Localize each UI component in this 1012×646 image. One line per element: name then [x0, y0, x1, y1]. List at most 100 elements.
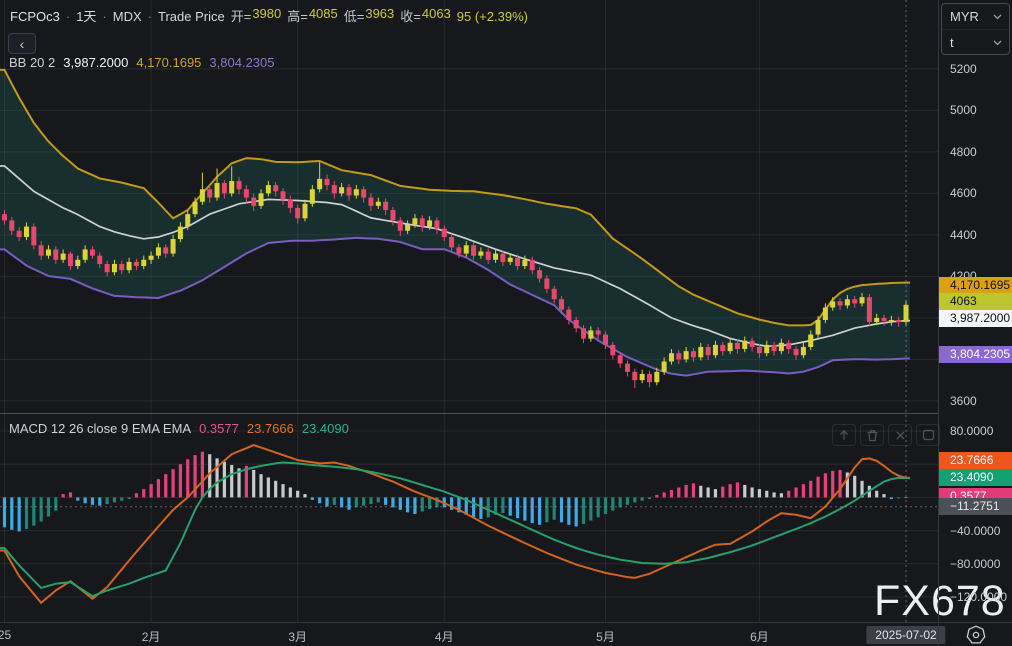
candle-body [288, 200, 293, 208]
macd-signal-value: 23.4090 [302, 421, 349, 436]
candle-body [405, 225, 410, 231]
candle-body [244, 189, 249, 197]
macd-histogram-bar [714, 489, 717, 497]
exchange-label: MDX [113, 9, 142, 24]
pane-close-button[interactable] [888, 424, 912, 446]
time-tick-label: 4月 [435, 628, 454, 645]
macd-histogram-bar [406, 497, 409, 512]
macd-histogram-bar [699, 486, 702, 498]
macd-histogram-bar [267, 477, 270, 497]
time-axis[interactable]: 252月3月4月5月6月2025-07-02 [0, 622, 938, 646]
macd-histogram-bar [794, 487, 797, 497]
candle-body [61, 254, 66, 260]
candle-body [566, 310, 571, 320]
macd-tick-label: −40.0000 [950, 524, 1000, 538]
candle-body [801, 347, 806, 355]
candle-body [742, 341, 747, 349]
macd-histogram-bar [531, 497, 534, 523]
candle-body [141, 260, 146, 266]
currency-select[interactable]: MYR [942, 4, 1009, 29]
candle-body [728, 343, 733, 351]
macd-histogram-bar [10, 497, 13, 529]
macd-histogram-bar [553, 497, 556, 519]
candle-body [493, 254, 498, 260]
chevron-down-icon [993, 40, 1002, 46]
macd-legend[interactable]: MACD 12 26 close 9 EMA EMA 0.3577 23.766… [9, 421, 349, 436]
macd-histogram-bar [215, 458, 218, 497]
macd-histogram-bar [69, 492, 72, 497]
chart-quick-settings-button[interactable] [964, 624, 988, 646]
macd-pane-controls [832, 424, 940, 446]
macd-signal-line [0, 463, 910, 597]
candle-body [112, 264, 117, 272]
macd-histogram-bar [780, 493, 783, 497]
macd-histogram-bar [3, 497, 6, 527]
candle-body [317, 179, 322, 189]
candle-body [185, 214, 190, 226]
macd-histogram-bar [875, 491, 878, 498]
interval-label[interactable]: 1天 [76, 6, 96, 25]
candle-body [603, 335, 608, 345]
bb-legend[interactable]: BB 20 2 3,987.2000 4,170.1695 3,804.2305 [9, 55, 275, 70]
macd-histogram-bar [487, 497, 490, 517]
bb-upper-price-label: 4,170.1695 [939, 277, 1012, 294]
macd-histogram-bar [824, 473, 827, 497]
candle-body [786, 343, 791, 349]
macd-histogram-bar [816, 477, 819, 498]
macd-histogram-bar [589, 497, 592, 520]
candle-body [178, 227, 183, 239]
candle-body [171, 239, 176, 254]
back-button[interactable]: ‹ [8, 33, 36, 54]
macd-histogram-bar [274, 481, 277, 498]
macd-histogram-bar [120, 497, 123, 500]
pane-maximize-button[interactable] [916, 424, 940, 446]
chart-canvas[interactable] [0, 0, 938, 622]
candle-body [640, 374, 645, 380]
macd-histogram-bar [325, 497, 328, 506]
candle-body [618, 355, 623, 363]
candle-body [530, 260, 535, 270]
macd-histogram-bar [897, 497, 900, 498]
candle-body [574, 320, 579, 328]
macd-histogram-bar [904, 497, 907, 498]
macd-histogram-bar [626, 497, 629, 504]
symbol-name[interactable]: FCPOc3 [10, 9, 60, 24]
macd-histogram-bar [252, 470, 255, 497]
unit-select[interactable]: t [942, 29, 1009, 55]
candle-body [90, 249, 95, 255]
macd-histogram-bar [765, 491, 768, 498]
candle-body [442, 229, 447, 237]
macd-histogram-bar [413, 497, 416, 514]
axis-corner [938, 622, 1012, 646]
candle-body [654, 372, 659, 382]
candle-body [691, 351, 696, 357]
high-value: 高=4085 [287, 6, 338, 25]
macd-histogram-bar [670, 490, 673, 497]
macd-histogram-bar [289, 487, 292, 497]
macd-histogram-bar [758, 489, 761, 497]
macd-histogram-bar [890, 497, 893, 499]
macd-histogram-bar [369, 497, 372, 504]
candle-body [713, 345, 718, 355]
candle-body [698, 347, 703, 357]
candle-body [229, 181, 234, 193]
candle-body [449, 237, 454, 247]
macd-histogram-bar [171, 469, 174, 497]
candle-body [860, 297, 865, 303]
macd-histogram-bar [399, 497, 402, 509]
candle-body [838, 301, 843, 305]
price-axis[interactable]: 520050004800460044004200360080.0000−40.0… [938, 0, 1012, 622]
currency-value: MYR [950, 9, 979, 24]
series-type-label: Trade Price [158, 9, 225, 24]
macd-histogram-bar [142, 489, 145, 497]
candle-body [830, 301, 835, 307]
pane-delete-button[interactable] [860, 424, 884, 446]
pane-move-up-button[interactable] [832, 424, 856, 446]
macd-histogram-bar [853, 476, 856, 498]
candle-body [779, 343, 784, 351]
last-price-label: 4063 [939, 293, 1012, 310]
candle-body [273, 185, 278, 191]
candle-body [434, 220, 439, 228]
macd-histogram-bar [340, 497, 343, 507]
macd-histogram-bar [201, 452, 204, 498]
